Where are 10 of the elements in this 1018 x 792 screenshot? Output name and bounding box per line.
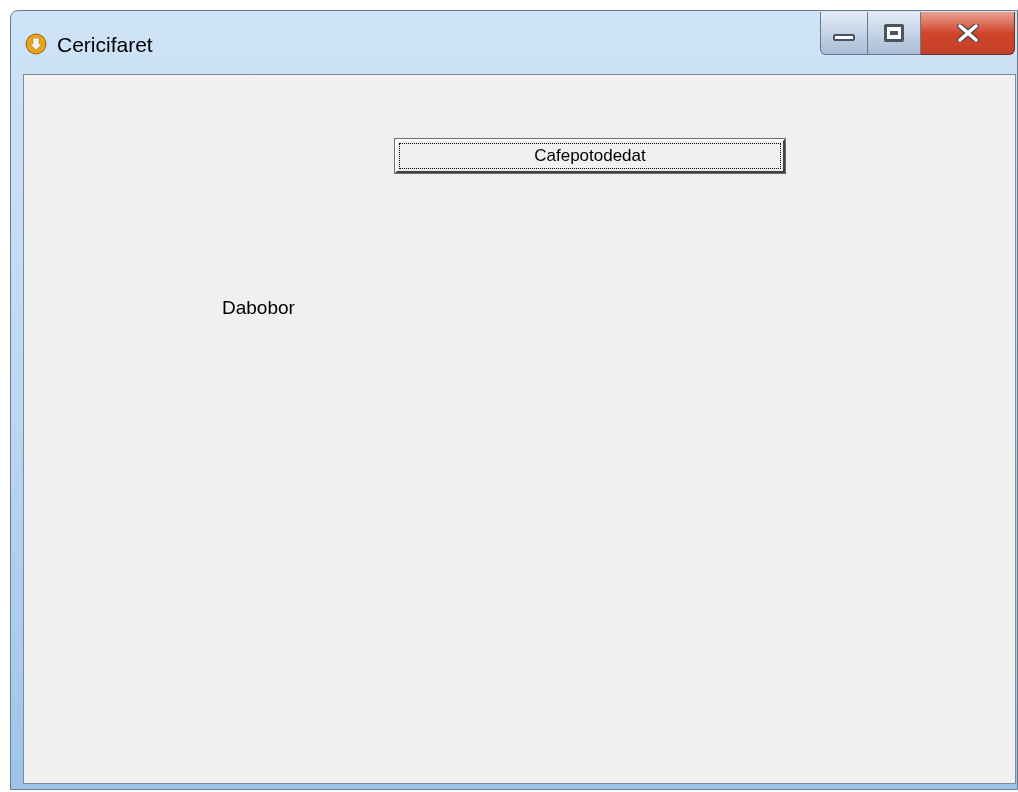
close-button[interactable] xyxy=(921,12,1015,55)
download-icon xyxy=(25,33,47,55)
close-icon xyxy=(956,24,979,42)
button[interactable]: Cafepotodedat xyxy=(395,139,785,173)
maximize-icon xyxy=(884,24,904,42)
maximize-button[interactable] xyxy=(868,12,921,55)
window-title: Cericifaret xyxy=(57,32,153,58)
minimize-button[interactable] xyxy=(820,12,868,55)
label: Dabobor xyxy=(222,296,295,320)
minimize-icon xyxy=(833,33,855,41)
